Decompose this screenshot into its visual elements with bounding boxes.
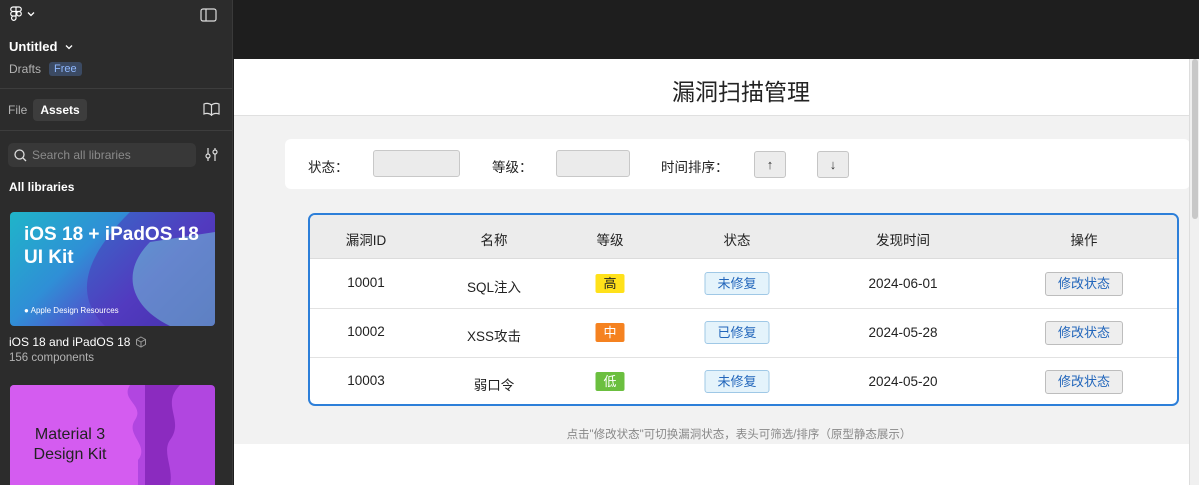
status-badge: 未修复	[704, 370, 770, 393]
status-badge: 未修复	[704, 272, 770, 295]
table-row: 10001 SQL注入 高 未修复 2024-06-01 修改状态	[310, 260, 1177, 309]
vulnerability-table: 漏洞ID 名称 等级 状态 发现时间 操作 10001 SQL注入 高 未修复 …	[308, 213, 1179, 406]
apple-logo-icon: ●	[24, 306, 29, 315]
file-location: Drafts Free	[9, 62, 82, 76]
cell-id: 10002	[347, 324, 385, 339]
file-title-text: Untitled	[9, 39, 58, 54]
scrollbar-thumb[interactable]	[1192, 59, 1198, 219]
header-level[interactable]: 等级	[597, 229, 624, 249]
level-filter-select[interactable]	[556, 150, 630, 177]
chevron-down-icon	[27, 12, 35, 17]
prototype-frame: 漏洞扫描管理 状态： 等级： 时间排序： ↑ ↓ 漏洞ID 名称 等级 状态 发…	[234, 59, 1190, 485]
library-thumbnail-material[interactable]: Material 3 Design Kit	[10, 385, 215, 485]
level-badge-low: 低	[595, 372, 625, 391]
library-search[interactable]	[8, 143, 196, 167]
cell-date: 2024-06-01	[868, 276, 938, 291]
toggle-sidebar-icon[interactable]	[200, 8, 217, 22]
filter-settings-icon[interactable]	[204, 147, 219, 162]
cell-id: 10003	[347, 373, 385, 388]
cell-name: XSS攻击	[466, 329, 522, 344]
cell-name: SQL注入	[466, 280, 522, 295]
header-action: 操作	[1070, 233, 1098, 248]
sort-ascending-button[interactable]: ↑	[754, 151, 786, 178]
time-sort-label: 时间排序：	[661, 160, 729, 175]
library-component-count: 156 components	[9, 352, 95, 364]
library-thumbnail-publisher: Apple Design Resources	[30, 306, 119, 315]
cell-date: 2024-05-20	[868, 374, 938, 389]
library-thumbnail-title: Material 3 Design Kit	[33, 426, 107, 463]
header-found-time[interactable]: 发现时间	[876, 229, 930, 249]
library-thumbnail-ios[interactable]: iOS 18 + iPadOS 18 UI Kit ● Apple Design…	[10, 212, 215, 326]
library-thumbnail-subtitle: ● Apple Design Resources	[24, 306, 119, 315]
divider	[0, 88, 232, 89]
filter-bar: 状态： 等级： 时间排序： ↑ ↓	[285, 139, 1190, 189]
divider	[0, 130, 232, 131]
plan-badge: Free	[49, 62, 82, 76]
table-row: 10003 弱口令 低 未修复 2024-05-20 修改状态	[310, 358, 1177, 404]
table-row: 10002 XSS攻击 中 已修复 2024-05-28 修改状态	[310, 309, 1177, 358]
footnote: 点击"修改状态"可切换漏洞状态，表头可筛选/排序（原型静态展示）	[566, 429, 912, 441]
sort-descending-button[interactable]: ↓	[817, 151, 849, 178]
all-libraries-heading: All libraries	[9, 180, 75, 194]
library-name[interactable]: iOS 18 and iPadOS 18	[9, 335, 147, 349]
search-icon	[14, 148, 27, 161]
main-menu-button[interactable]	[9, 6, 35, 22]
table-header: 漏洞ID 名称 等级 状态 发现时间 操作	[310, 215, 1177, 259]
tab-file[interactable]: File	[8, 99, 27, 121]
cell-id: 10001	[347, 275, 385, 290]
library-thumbnail-title: iOS 18 + iPadOS 18 UI Kit	[24, 224, 199, 268]
status-filter-label: 状态：	[308, 160, 349, 175]
page-title: 漏洞扫描管理	[672, 79, 810, 105]
tab-assets[interactable]: Assets	[33, 99, 87, 121]
left-sidebar: Untitled Drafts Free File Assets All lib…	[0, 0, 233, 485]
change-status-button[interactable]: 修改状态	[1045, 370, 1123, 394]
sidebar-tabs: File Assets	[8, 99, 87, 121]
status-badge: 已修复	[704, 321, 770, 344]
level-badge-high: 高	[595, 274, 625, 293]
level-filter-label: 等级：	[492, 160, 533, 175]
header-status[interactable]: 状态	[724, 229, 751, 249]
chevron-down-icon	[65, 44, 73, 49]
change-status-button[interactable]: 修改状态	[1045, 272, 1123, 296]
level-badge-medium: 中	[595, 323, 625, 342]
header-id[interactable]: 漏洞ID	[346, 229, 387, 249]
search-input[interactable]	[32, 148, 192, 162]
page-bottom-area	[234, 444, 1190, 485]
file-title[interactable]: Untitled	[9, 39, 73, 54]
status-filter-select[interactable]	[373, 150, 460, 177]
component-cube-icon	[136, 336, 147, 348]
cell-name: 弱口令	[473, 378, 515, 393]
drafts-label[interactable]: Drafts	[9, 62, 41, 76]
change-status-button[interactable]: 修改状态	[1045, 321, 1123, 345]
library-book-icon[interactable]	[203, 102, 220, 116]
page-header: 漏洞扫描管理	[234, 59, 1190, 116]
figma-logo-icon	[10, 6, 22, 21]
vertical-scrollbar[interactable]	[1189, 59, 1199, 485]
cell-date: 2024-05-28	[868, 325, 938, 340]
library-name-text: iOS 18 and iPadOS 18	[9, 335, 131, 349]
header-name[interactable]: 名称	[481, 229, 508, 249]
